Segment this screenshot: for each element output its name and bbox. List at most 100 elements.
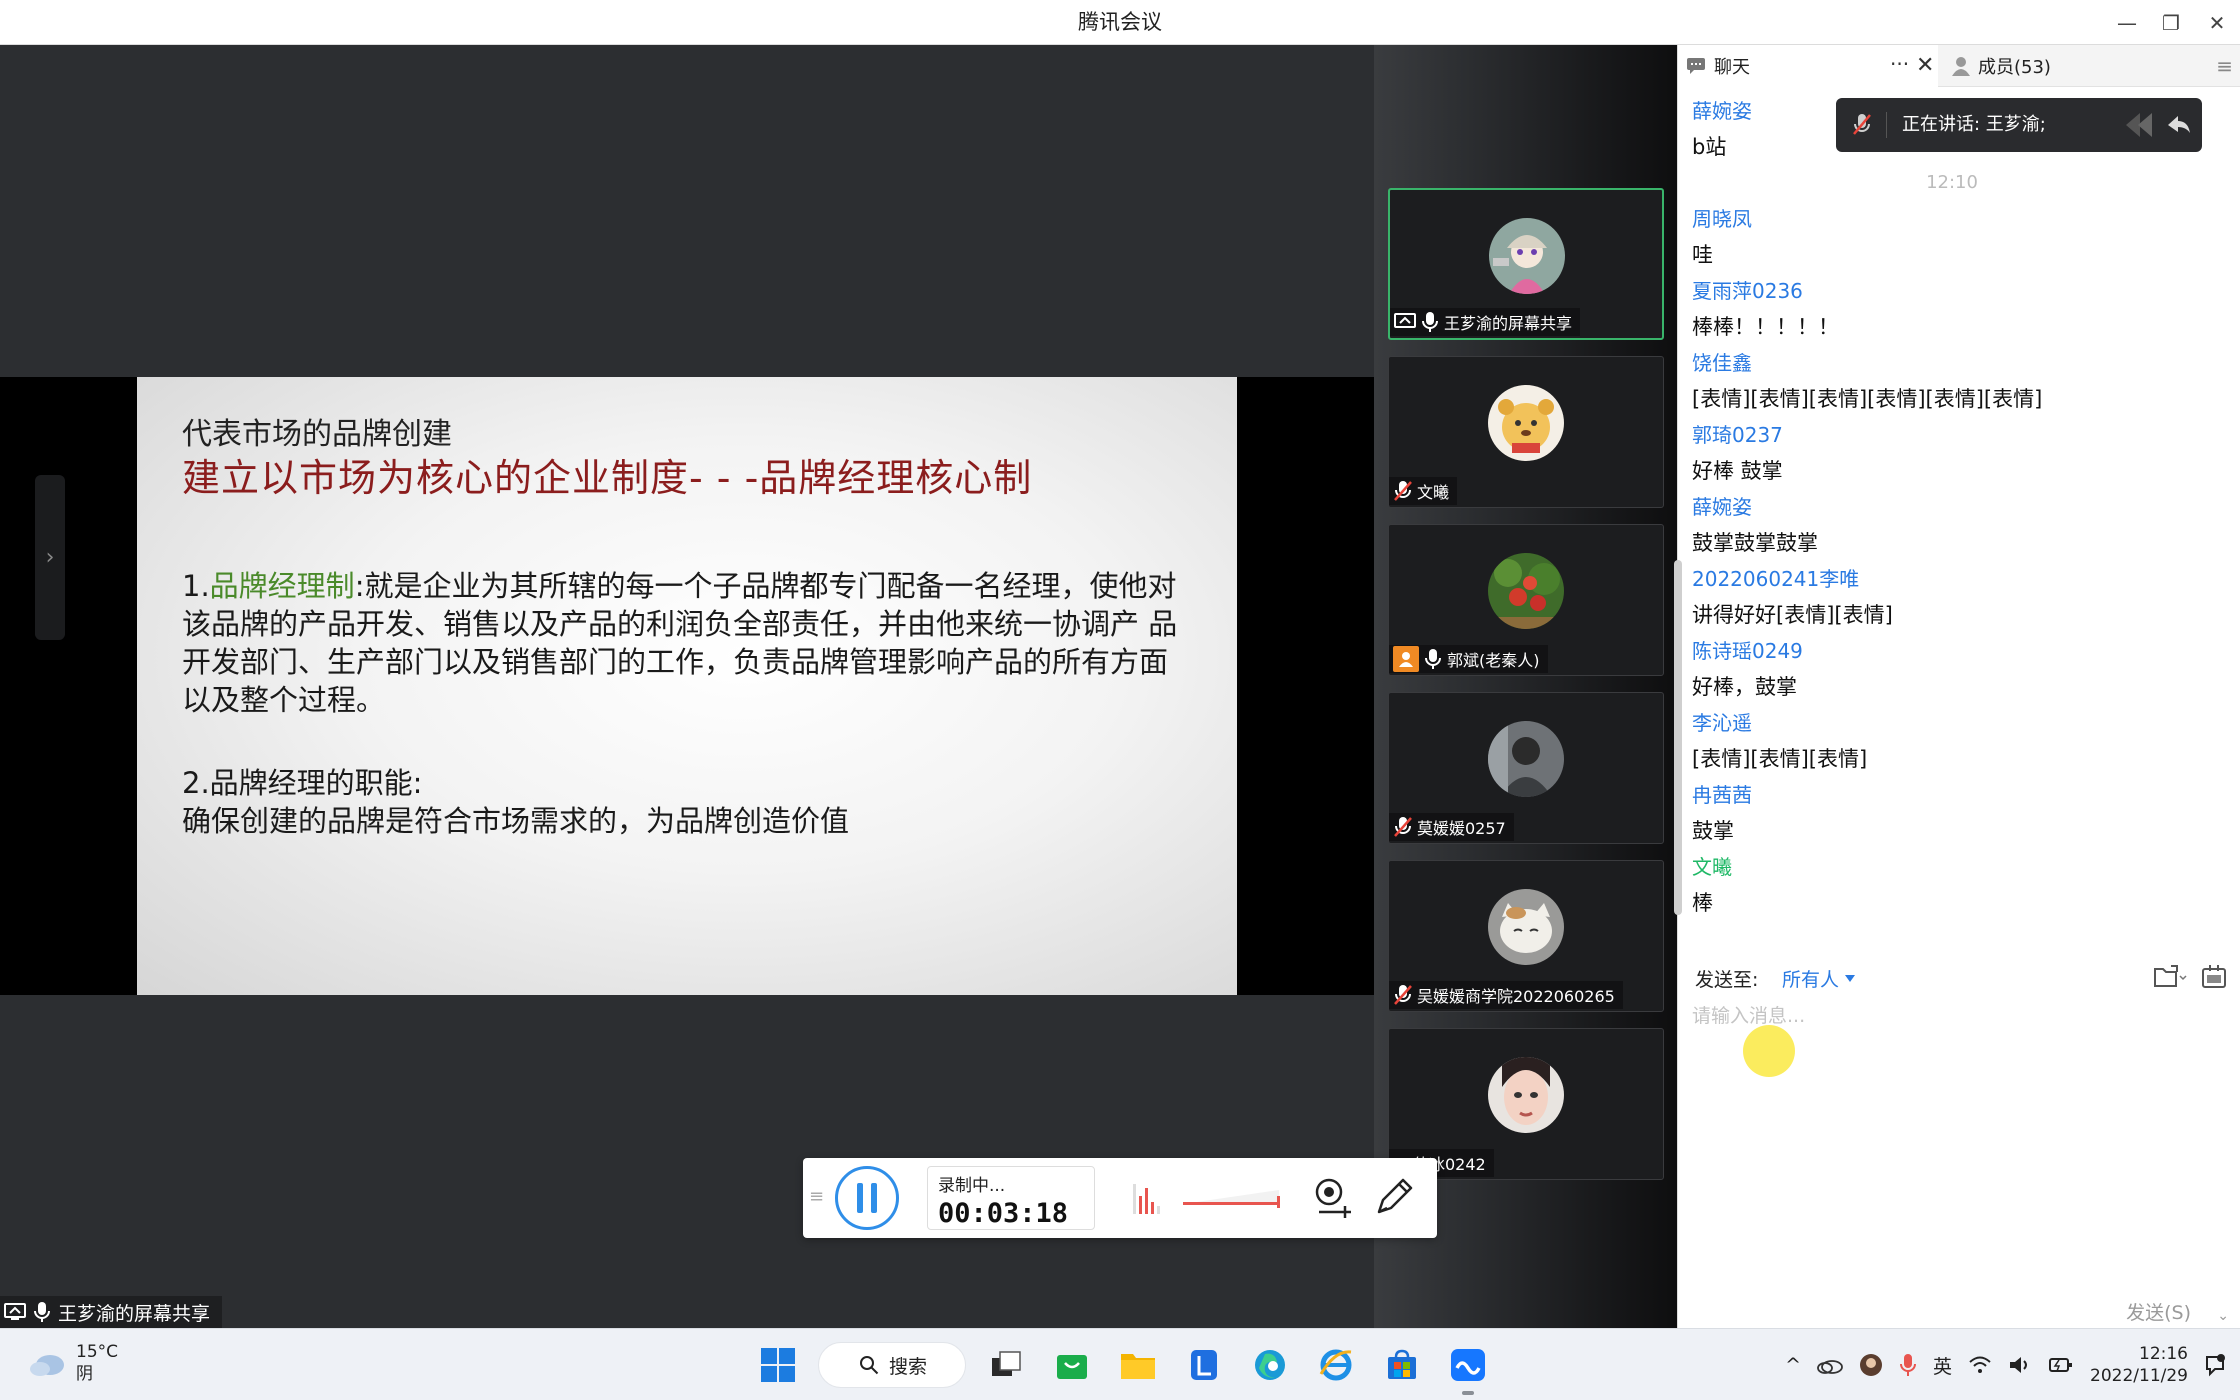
start-button[interactable]: [752, 1339, 804, 1391]
message-sender[interactable]: 饶佳鑫: [1692, 345, 2212, 381]
taskbar-app-store[interactable]: [1376, 1339, 1428, 1391]
chat-input[interactable]: [1692, 1001, 2222, 1251]
participant-tile[interactable]: 吴媛媛商学院2022060265: [1388, 860, 1664, 1012]
message-sender[interactable]: 周晓凤: [1692, 201, 2212, 237]
weather-temp: 15°C: [76, 1342, 119, 1362]
minimize-button[interactable]: —: [2104, 0, 2150, 45]
user-avatar-icon[interactable]: [1859, 1353, 1883, 1377]
ime-indicator[interactable]: 英: [1933, 1352, 1952, 1379]
message-text: 鼓掌鼓掌鼓掌: [1692, 531, 1818, 555]
point2-title: 2.品牌经理的职能:: [182, 766, 423, 800]
taskbar-app-tencent-meeting[interactable]: [1442, 1339, 1494, 1395]
clock-time: 12:16: [2139, 1344, 2188, 1364]
presenter-share-label: 王芗渝的屏幕共享: [0, 1296, 223, 1328]
person-icon: [1952, 57, 1970, 76]
notification-icon[interactable]: [2204, 1353, 2226, 1377]
face-avatar: [1488, 1057, 1564, 1133]
volume-slider[interactable]: [1181, 1186, 1281, 1208]
participant-gallery: 王芗渝的屏幕共享 文曦 郭斌(老秦人) 莫媛媛0257 吴媛媛商学院202206…: [1374, 45, 1677, 1328]
add-camera-icon[interactable]: [1311, 1176, 1353, 1220]
clock-date: 2022/11/29: [2090, 1366, 2188, 1386]
announcement-icon[interactable]: [2201, 963, 2227, 989]
message-sender[interactable]: 陈诗瑶0249: [1692, 633, 2212, 669]
participant-tile[interactable]: 王芗渝的屏幕共享: [1388, 188, 1664, 340]
wifi-icon[interactable]: [1968, 1355, 1992, 1375]
weather-desc: 阴: [76, 1364, 93, 1384]
message-text: 讲得好好[表情][表情]: [1692, 603, 1893, 627]
message-sender[interactable]: 薛婉姿: [1692, 489, 2212, 525]
taskbar-app-explorer[interactable]: [1112, 1339, 1164, 1391]
close-button[interactable]: ✕: [2194, 0, 2240, 45]
taskbar-app-lark[interactable]: [1178, 1339, 1230, 1391]
expand-sidebar-handle[interactable]: ›: [35, 475, 65, 640]
participant-name-bar: 文曦: [1389, 477, 1458, 505]
compose-area: 发送至: 所有人 发送(S) ⌄: [1678, 953, 2240, 1328]
tab-members-label: 成员(53): [1978, 57, 2051, 78]
message-sender[interactable]: 李沁遥: [1692, 705, 2212, 741]
restore-button[interactable]: ❐: [2148, 0, 2194, 45]
mic-icon: [34, 1302, 50, 1322]
system-tray: ^ 英 12:16 2022/11/29: [1785, 1337, 2226, 1393]
apple-tree-avatar: [1488, 553, 1564, 629]
shopping-bag-icon: [1057, 1355, 1087, 1379]
participant-name-bar: 莫媛媛0257: [1389, 813, 1514, 841]
volume-icon[interactable]: [2008, 1355, 2032, 1375]
drag-handle-icon[interactable]: ≡: [809, 1186, 824, 1207]
mic-icon: [1425, 649, 1441, 669]
point1-prefix: 1.: [182, 569, 210, 603]
recording-toolbar[interactable]: ≡ 录制中... 00:03:18: [803, 1158, 1437, 1238]
chevron-up-icon[interactable]: ^: [1785, 1354, 1801, 1376]
taskbar-search[interactable]: 搜索: [818, 1342, 966, 1388]
chat-scrollbar[interactable]: [1674, 560, 1682, 915]
message-text: 哇: [1692, 243, 1713, 267]
reply-arrow-icon[interactable]: [2122, 110, 2192, 140]
message-sender[interactable]: 文曦: [1692, 849, 2212, 885]
recording-timer: 00:03:18: [938, 1198, 1069, 1229]
task-view-icon: [992, 1351, 1021, 1376]
close-chat-icon[interactable]: ✕: [1916, 45, 1934, 87]
weather-widget[interactable]: 15°C 阴: [28, 1341, 118, 1385]
participant-name: 王芗渝的屏幕共享: [1444, 314, 1573, 333]
participant-tile[interactable]: 莫媛媛0257: [1388, 692, 1664, 844]
mic-icon: [1422, 312, 1438, 332]
taskbar-app-ie[interactable]: [1310, 1339, 1362, 1391]
taskbar-app-edge[interactable]: [1244, 1339, 1296, 1391]
message-sender[interactable]: 郭琦0237: [1692, 417, 2212, 453]
point1-term: 品牌经理制: [209, 569, 355, 603]
clock[interactable]: 12:16 2022/11/29: [2090, 1343, 2188, 1387]
battery-icon[interactable]: [2048, 1355, 2074, 1375]
recipient-dropdown[interactable]: 所有人: [1782, 965, 1856, 992]
meeting-app-icon: [1451, 1349, 1485, 1381]
send-button[interactable]: 发送(S): [2126, 1298, 2191, 1328]
taskbar-app-chat[interactable]: [1046, 1339, 1098, 1391]
message-sender[interactable]: 夏雨萍0236: [1692, 273, 2212, 309]
annotate-pen-icon[interactable]: [1371, 1176, 1415, 1220]
taskbar-apps: 搜索: [752, 1337, 1494, 1395]
participant-name-bar: 郭斌(老秦人): [1389, 645, 1548, 673]
bear-avatar: [1488, 385, 1564, 461]
microphone-tray-icon[interactable]: [1899, 1353, 1917, 1377]
speaking-text: 正在讲话: 王芗渝;: [1902, 114, 2046, 135]
more-options-icon[interactable]: ···: [1890, 45, 1909, 87]
participant-tile[interactable]: 文曦: [1388, 356, 1664, 508]
send-options-chevron-icon[interactable]: ⌄: [2217, 1308, 2229, 1324]
app-blue-icon: [1191, 1350, 1217, 1380]
message-sender[interactable]: 2022060241李唯: [1692, 561, 2212, 597]
pause-icon-bar: [857, 1183, 863, 1213]
pause-recording-button[interactable]: [835, 1166, 899, 1230]
window-title: 腾讯会议: [1078, 10, 1162, 34]
participant-name: 吴媛媛商学院2022060265: [1417, 987, 1615, 1006]
file-folder-icon[interactable]: [2153, 964, 2187, 988]
tab-members[interactable]: 成员(53): [1940, 45, 2051, 87]
message-sender[interactable]: 冉茜茜: [1692, 777, 2212, 813]
message-text: 好棒 鼓掌: [1692, 459, 1783, 483]
participant-tile[interactable]: 郭斌(老秦人): [1388, 524, 1664, 676]
panel-menu-icon[interactable]: ≡: [2216, 45, 2233, 87]
mic-muted-icon: [1394, 985, 1412, 1005]
recording-status: 录制中...: [938, 1176, 1006, 1196]
message-text: 鼓掌: [1692, 819, 1734, 843]
audio-level-icon: [1133, 1184, 1160, 1214]
message-text: [表情][表情][表情]: [1692, 747, 1868, 771]
task-view-button[interactable]: [980, 1339, 1032, 1391]
onedrive-cloud-icon[interactable]: [1817, 1356, 1843, 1374]
